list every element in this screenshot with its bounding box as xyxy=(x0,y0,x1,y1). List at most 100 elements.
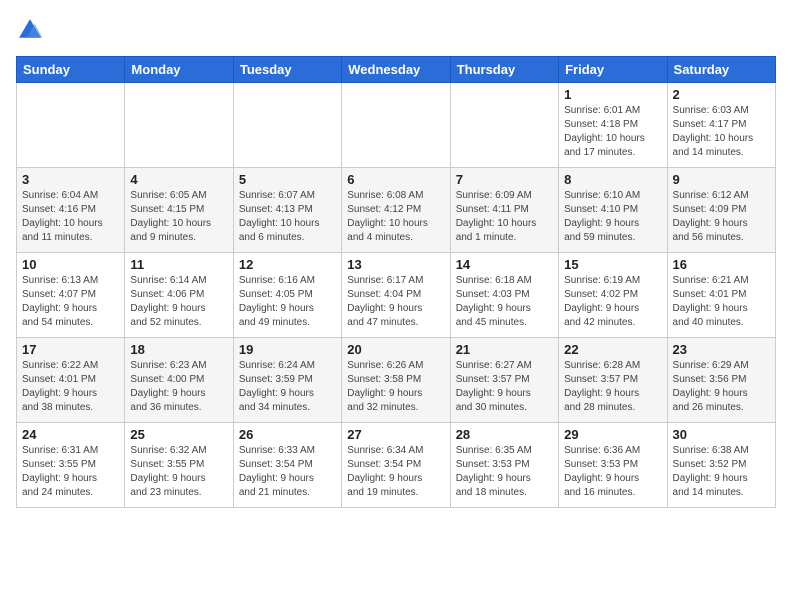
day-info: Sunrise: 6:05 AM Sunset: 4:15 PM Dayligh… xyxy=(130,189,227,245)
day-info: Sunrise: 6:28 AM Sunset: 3:57 PM Dayligh… xyxy=(564,359,661,415)
day-info: Sunrise: 6:33 AM Sunset: 3:54 PM Dayligh… xyxy=(239,444,336,500)
day-info: Sunrise: 6:17 AM Sunset: 4:04 PM Dayligh… xyxy=(347,274,444,330)
calendar-cell: 22 Sunrise: 6:28 AM Sunset: 3:57 PM Dayli… xyxy=(559,338,667,423)
day-number: 21 xyxy=(456,342,553,357)
calendar-week-row: 3Sunrise: 6:04 AM Sunset: 4:16 PM Daylig… xyxy=(17,168,776,253)
calendar-week-row: 17 Sunrise: 6:22 AM Sunset: 4:01 PM Dayli… xyxy=(17,338,776,423)
calendar-cell: 5 Sunrise: 6:07 AM Sunset: 4:13 PM Daylig… xyxy=(233,168,341,253)
calendar-cell: 4 Sunrise: 6:05 AM Sunset: 4:15 PM Daylig… xyxy=(125,168,233,253)
calendar-cell: 29 Sunrise: 6:36 AM Sunset: 3:53 PM Dayli… xyxy=(559,423,667,508)
day-info: Sunrise: 6:13 AM Sunset: 4:07 PM Dayligh… xyxy=(22,274,119,330)
day-number: 8 xyxy=(564,172,661,187)
day-number: 28 xyxy=(456,427,553,442)
day-number: 12 xyxy=(239,257,336,272)
day-info: Sunrise: 6:29 AM Sunset: 3:56 PM Dayligh… xyxy=(673,359,770,415)
calendar-cell xyxy=(233,83,341,168)
calendar-cell: 1 Sunrise: 6:01 AM Sunset: 4:18 PM Daylig… xyxy=(559,83,667,168)
calendar-cell: 27 Sunrise: 6:34 AM Sunset: 3:54 PM Dayli… xyxy=(342,423,450,508)
day-number: 10 xyxy=(22,257,119,272)
calendar-week-row: 10 Sunrise: 6:13 AM Sunset: 4:07 PM Dayli… xyxy=(17,253,776,338)
calendar-cell: 30 Sunrise: 6:38 AM Sunset: 3:52 PM Dayli… xyxy=(667,423,775,508)
day-number: 20 xyxy=(347,342,444,357)
day-info: Sunrise: 6:01 AM Sunset: 4:18 PM Dayligh… xyxy=(564,104,661,160)
logo xyxy=(16,16,48,44)
day-info: Sunrise: 6:24 AM Sunset: 3:59 PM Dayligh… xyxy=(239,359,336,415)
day-number: 16 xyxy=(673,257,770,272)
day-number: 2 xyxy=(673,87,770,102)
day-info: Sunrise: 6:36 AM Sunset: 3:53 PM Dayligh… xyxy=(564,444,661,500)
calendar-week-row: 1 Sunrise: 6:01 AM Sunset: 4:18 PM Daylig… xyxy=(17,83,776,168)
day-number: 30 xyxy=(673,427,770,442)
day-info: Sunrise: 6:14 AM Sunset: 4:06 PM Dayligh… xyxy=(130,274,227,330)
day-number: 3 xyxy=(22,172,119,187)
day-number: 29 xyxy=(564,427,661,442)
calendar-cell xyxy=(125,83,233,168)
calendar-cell: 14Sunrise: 6:18 AM Sunset: 4:03 PM Dayli… xyxy=(450,253,558,338)
day-number: 9 xyxy=(673,172,770,187)
day-info: Sunrise: 6:31 AM Sunset: 3:55 PM Dayligh… xyxy=(22,444,119,500)
calendar-cell: 6Sunrise: 6:08 AM Sunset: 4:12 PM Daylig… xyxy=(342,168,450,253)
day-number: 27 xyxy=(347,427,444,442)
calendar-cell: 3Sunrise: 6:04 AM Sunset: 4:16 PM Daylig… xyxy=(17,168,125,253)
column-header-wednesday: Wednesday xyxy=(342,57,450,83)
column-header-saturday: Saturday xyxy=(667,57,775,83)
day-number: 26 xyxy=(239,427,336,442)
logo-icon xyxy=(16,16,44,44)
calendar-cell: 11 Sunrise: 6:14 AM Sunset: 4:06 PM Dayli… xyxy=(125,253,233,338)
calendar-cell: 24 Sunrise: 6:31 AM Sunset: 3:55 PM Dayli… xyxy=(17,423,125,508)
calendar-header-row: SundayMondayTuesdayWednesdayThursdayFrid… xyxy=(17,57,776,83)
calendar-cell: 10 Sunrise: 6:13 AM Sunset: 4:07 PM Dayli… xyxy=(17,253,125,338)
day-number: 25 xyxy=(130,427,227,442)
day-info: Sunrise: 6:03 AM Sunset: 4:17 PM Dayligh… xyxy=(673,104,770,160)
calendar-cell: 2 Sunrise: 6:03 AM Sunset: 4:17 PM Daylig… xyxy=(667,83,775,168)
calendar-week-row: 24 Sunrise: 6:31 AM Sunset: 3:55 PM Dayli… xyxy=(17,423,776,508)
day-info: Sunrise: 6:34 AM Sunset: 3:54 PM Dayligh… xyxy=(347,444,444,500)
day-number: 7 xyxy=(456,172,553,187)
calendar-cell: 28Sunrise: 6:35 AM Sunset: 3:53 PM Dayli… xyxy=(450,423,558,508)
day-info: Sunrise: 6:08 AM Sunset: 4:12 PM Dayligh… xyxy=(347,189,444,245)
column-header-tuesday: Tuesday xyxy=(233,57,341,83)
day-info: Sunrise: 6:09 AM Sunset: 4:11 PM Dayligh… xyxy=(456,189,553,245)
calendar-cell: 9Sunrise: 6:12 AM Sunset: 4:09 PM Daylig… xyxy=(667,168,775,253)
day-number: 15 xyxy=(564,257,661,272)
column-header-sunday: Sunday xyxy=(17,57,125,83)
day-number: 4 xyxy=(130,172,227,187)
calendar-cell: 26 Sunrise: 6:33 AM Sunset: 3:54 PM Dayli… xyxy=(233,423,341,508)
column-header-monday: Monday xyxy=(125,57,233,83)
day-number: 23 xyxy=(673,342,770,357)
page-header xyxy=(16,16,776,44)
day-number: 22 xyxy=(564,342,661,357)
day-info: Sunrise: 6:26 AM Sunset: 3:58 PM Dayligh… xyxy=(347,359,444,415)
calendar-cell: 19Sunrise: 6:24 AM Sunset: 3:59 PM Dayli… xyxy=(233,338,341,423)
column-header-thursday: Thursday xyxy=(450,57,558,83)
day-info: Sunrise: 6:22 AM Sunset: 4:01 PM Dayligh… xyxy=(22,359,119,415)
day-info: Sunrise: 6:16 AM Sunset: 4:05 PM Dayligh… xyxy=(239,274,336,330)
column-header-friday: Friday xyxy=(559,57,667,83)
day-number: 11 xyxy=(130,257,227,272)
calendar-cell xyxy=(450,83,558,168)
day-number: 24 xyxy=(22,427,119,442)
day-info: Sunrise: 6:19 AM Sunset: 4:02 PM Dayligh… xyxy=(564,274,661,330)
calendar-cell: 25Sunrise: 6:32 AM Sunset: 3:55 PM Dayli… xyxy=(125,423,233,508)
day-number: 17 xyxy=(22,342,119,357)
day-info: Sunrise: 6:07 AM Sunset: 4:13 PM Dayligh… xyxy=(239,189,336,245)
day-info: Sunrise: 6:21 AM Sunset: 4:01 PM Dayligh… xyxy=(673,274,770,330)
calendar-cell: 20 Sunrise: 6:26 AM Sunset: 3:58 PM Dayli… xyxy=(342,338,450,423)
day-number: 5 xyxy=(239,172,336,187)
calendar-table: SundayMondayTuesdayWednesdayThursdayFrid… xyxy=(16,56,776,508)
day-info: Sunrise: 6:27 AM Sunset: 3:57 PM Dayligh… xyxy=(456,359,553,415)
calendar-cell: 16 Sunrise: 6:21 AM Sunset: 4:01 PM Dayli… xyxy=(667,253,775,338)
calendar-cell: 8Sunrise: 6:10 AM Sunset: 4:10 PM Daylig… xyxy=(559,168,667,253)
day-info: Sunrise: 6:23 AM Sunset: 4:00 PM Dayligh… xyxy=(130,359,227,415)
day-number: 14 xyxy=(456,257,553,272)
day-number: 13 xyxy=(347,257,444,272)
calendar-cell xyxy=(17,83,125,168)
day-number: 1 xyxy=(564,87,661,102)
day-info: Sunrise: 6:38 AM Sunset: 3:52 PM Dayligh… xyxy=(673,444,770,500)
calendar-cell: 17 Sunrise: 6:22 AM Sunset: 4:01 PM Dayli… xyxy=(17,338,125,423)
calendar-cell: 12 Sunrise: 6:16 AM Sunset: 4:05 PM Dayli… xyxy=(233,253,341,338)
calendar-cell: 15 Sunrise: 6:19 AM Sunset: 4:02 PM Dayli… xyxy=(559,253,667,338)
calendar-cell: 21 Sunrise: 6:27 AM Sunset: 3:57 PM Dayli… xyxy=(450,338,558,423)
calendar-cell: 13 Sunrise: 6:17 AM Sunset: 4:04 PM Dayli… xyxy=(342,253,450,338)
calendar-cell: 23 Sunrise: 6:29 AM Sunset: 3:56 PM Dayli… xyxy=(667,338,775,423)
